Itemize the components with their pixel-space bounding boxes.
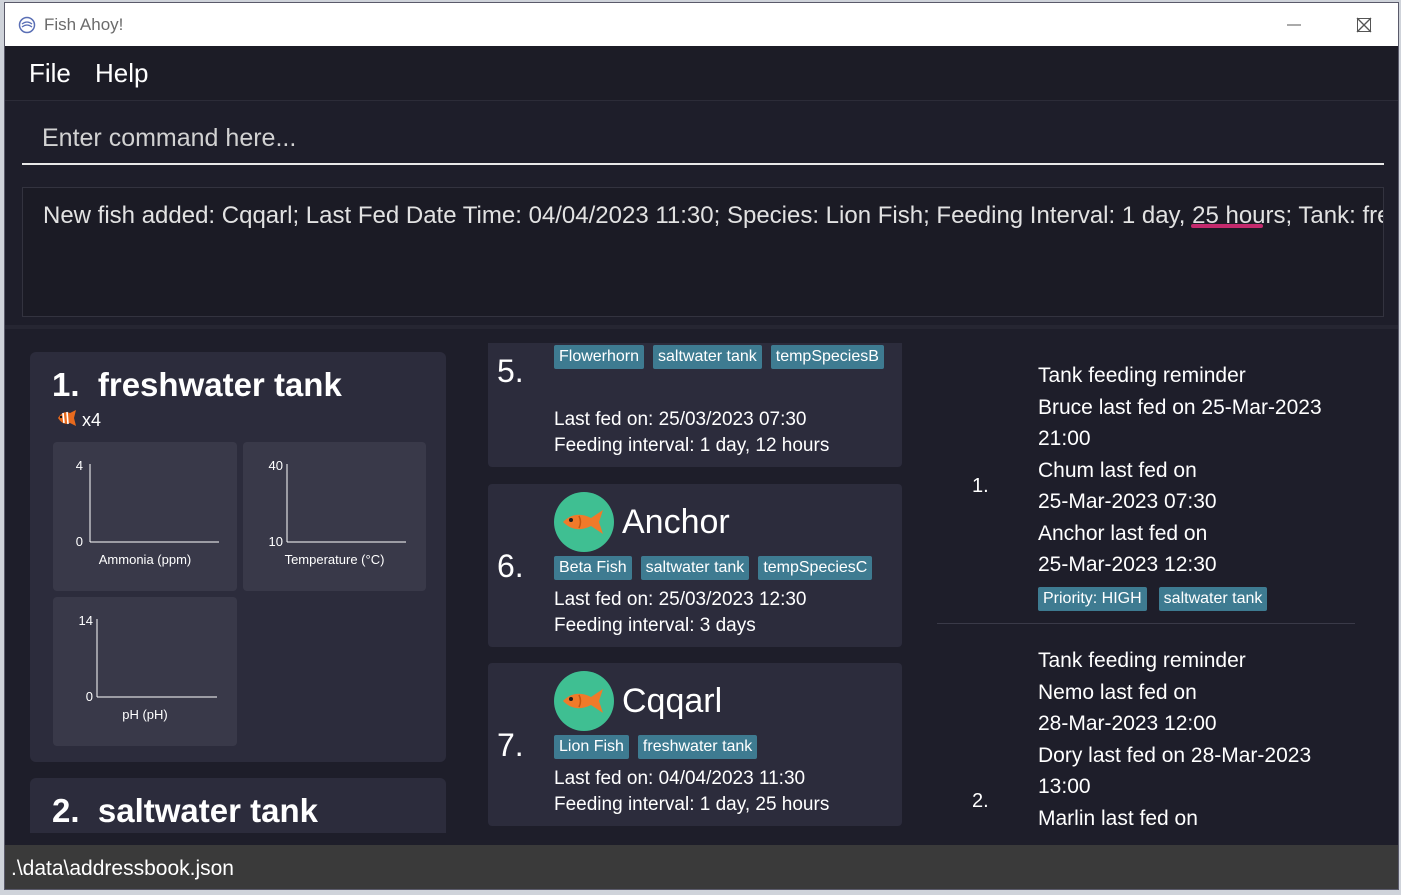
fish-icon (563, 510, 603, 534)
fish-tag: Beta Fish (554, 556, 632, 580)
tank-list[interactable]: 1. freshwater tank x4 4 0 Ammonia (ppm) (5, 333, 465, 833)
fish-list[interactable]: 5. Flowerhorn saltwater tank tempSpecies… (480, 343, 910, 833)
tank-fish-count: x4 (82, 410, 102, 430)
fish-tag: tempSpeciesB (770, 345, 884, 369)
tank-card[interactable]: 1. freshwater tank x4 4 0 Ammonia (ppm) (30, 352, 446, 762)
fish-feeding-interval: Feeding interval: 1 day, 25 hours (554, 794, 830, 815)
app-fish-icon (18, 16, 36, 33)
reminder-line: Bruce last fed on 25-Mar-2023 (1038, 396, 1322, 419)
reminder-line: Tank feeding reminder (1038, 649, 1246, 672)
fish-tags: Beta Fish saltwater tank tempSpeciesC (554, 556, 894, 580)
reminder-line: Chum last fed on (1038, 459, 1197, 482)
ammonia-chart: 4 0 Ammonia (ppm) (53, 442, 237, 591)
reminder-card[interactable]: 2. Tank feeding reminder Nemo last fed o… (937, 627, 1355, 833)
reminder-line: 25-Mar-2023 12:30 (1038, 553, 1217, 576)
fish-card[interactable]: Anchor 6. Beta Fish saltwater tank tempS… (488, 484, 902, 647)
fish-tags: Lion Fish freshwater tank (554, 735, 894, 759)
fish-feeding-interval: Feeding interval: 3 days (554, 615, 756, 636)
reminder-tags: Priority: HIGH saltwater tank (1038, 587, 1268, 611)
tank-index: 1. (52, 366, 80, 403)
fish-index: 5. (497, 353, 524, 389)
reminder-line: Dory last fed on 28-Mar-2023 (1038, 744, 1312, 767)
temperature-chart-label: Temperature (°C) (284, 552, 385, 567)
fish-avatar (554, 492, 614, 552)
minimize-button[interactable] (1259, 3, 1329, 46)
window-title: Fish Ahoy! (44, 14, 124, 34)
reminder-tag: Priority: HIGH (1038, 587, 1147, 611)
fish-tag: Lion Fish (554, 735, 629, 759)
temperature-ymax: 40 (269, 458, 283, 473)
fish-name: Cqqarl (622, 682, 723, 720)
ammonia-ymin: 0 (76, 534, 83, 549)
fish-last-fed: Last fed on: 25/03/2023 12:30 (554, 589, 807, 610)
ph-ymin: 0 (86, 689, 93, 704)
fish-tag: Flowerhorn (554, 345, 645, 369)
app-window: Fish Ahoy! File Help New fish added: Cqq… (4, 2, 1399, 890)
reminder-list[interactable]: 1. Tank feeding reminder Bruce last fed … (937, 343, 1377, 833)
tank-index: 2. (52, 792, 80, 829)
ph-ymax: 14 (79, 613, 93, 628)
result-text: New fish added: Cqqarl; Last Fed Date Ti… (43, 202, 1384, 229)
reminder-index: 1. (972, 475, 989, 497)
menu-file[interactable]: File (29, 58, 71, 89)
fish-tags: Flowerhorn saltwater tank tempSpeciesB (554, 345, 894, 369)
temperature-chart: 40 10 Temperature (°C) (243, 442, 426, 591)
menu-help[interactable]: Help (95, 58, 148, 89)
reminder-line: Anchor last fed on (1038, 522, 1208, 545)
temperature-ymin: 10 (269, 534, 283, 549)
fish-last-fed: Last fed on: 25/03/2023 07:30 (554, 409, 807, 430)
fish-feeding-interval: Feeding interval: 1 day, 12 hours (554, 435, 830, 456)
ph-chart: 14 0 pH (pH) (53, 597, 237, 746)
menu-bar: File Help (5, 46, 1398, 101)
fish-avatar (554, 671, 614, 731)
reminder-tag: saltwater tank (1158, 587, 1268, 611)
fish-icon (563, 689, 603, 713)
close-icon (1356, 17, 1372, 32)
tank-name: saltwater tank (97, 792, 318, 829)
reminder-line: Nemo last fed on (1038, 681, 1197, 704)
save-location: .\data\addressbook.json (11, 857, 234, 880)
fish-tag: saltwater tank (653, 345, 762, 369)
fish-tag: saltwater tank (640, 556, 750, 580)
fish-card[interactable]: Cqqarl 7. Lion Fish freshwater tank Last… (488, 663, 902, 826)
tank-title: 1. freshwater tank (52, 366, 342, 404)
reminder-line: Tank feeding reminder (1038, 364, 1246, 387)
reminder-index: 2. (972, 790, 989, 812)
tank-title: 2. saltwater tank (52, 792, 318, 830)
tank-name: freshwater tank (97, 366, 342, 403)
result-display: New fish added: Cqqarl; Last Fed Date Ti… (22, 187, 1384, 317)
fish-emoji-icon (58, 410, 76, 426)
fish-index: 6. (497, 548, 524, 584)
title-bar: Fish Ahoy! (5, 3, 1398, 46)
reminder-line: Marlin last fed on (1038, 807, 1198, 830)
reminder-line: 21:00 (1038, 427, 1091, 450)
minimize-icon (1287, 24, 1301, 25)
command-input[interactable] (22, 113, 1384, 165)
panel-divider (5, 325, 1398, 329)
tank-card[interactable]: 2. saltwater tank (30, 778, 446, 833)
spellcheck-underline (1191, 224, 1263, 228)
ammonia-ymax: 4 (76, 458, 83, 473)
reminder-card[interactable]: 1. Tank feeding reminder Bruce last fed … (937, 343, 1355, 623)
fish-card[interactable]: 5. Flowerhorn saltwater tank tempSpecies… (488, 343, 902, 467)
reminder-line: 13:00 (1038, 775, 1091, 798)
reminder-separator (937, 623, 1355, 624)
fish-tag: freshwater tank (637, 735, 758, 759)
fish-tag: tempSpeciesC (758, 556, 873, 580)
close-button[interactable] (1329, 3, 1398, 46)
reminder-line: 28-Mar-2023 12:00 (1038, 712, 1217, 735)
fish-index: 7. (497, 727, 524, 763)
status-bar: .\data\addressbook.json (5, 845, 1398, 889)
ph-chart-label: pH (pH) (122, 707, 168, 722)
fish-last-fed: Last fed on: 04/04/2023 11:30 (554, 768, 806, 789)
ammonia-chart-label: Ammonia (ppm) (98, 552, 192, 567)
fish-name: Anchor (622, 503, 730, 541)
reminder-line: 25-Mar-2023 07:30 (1038, 490, 1217, 513)
